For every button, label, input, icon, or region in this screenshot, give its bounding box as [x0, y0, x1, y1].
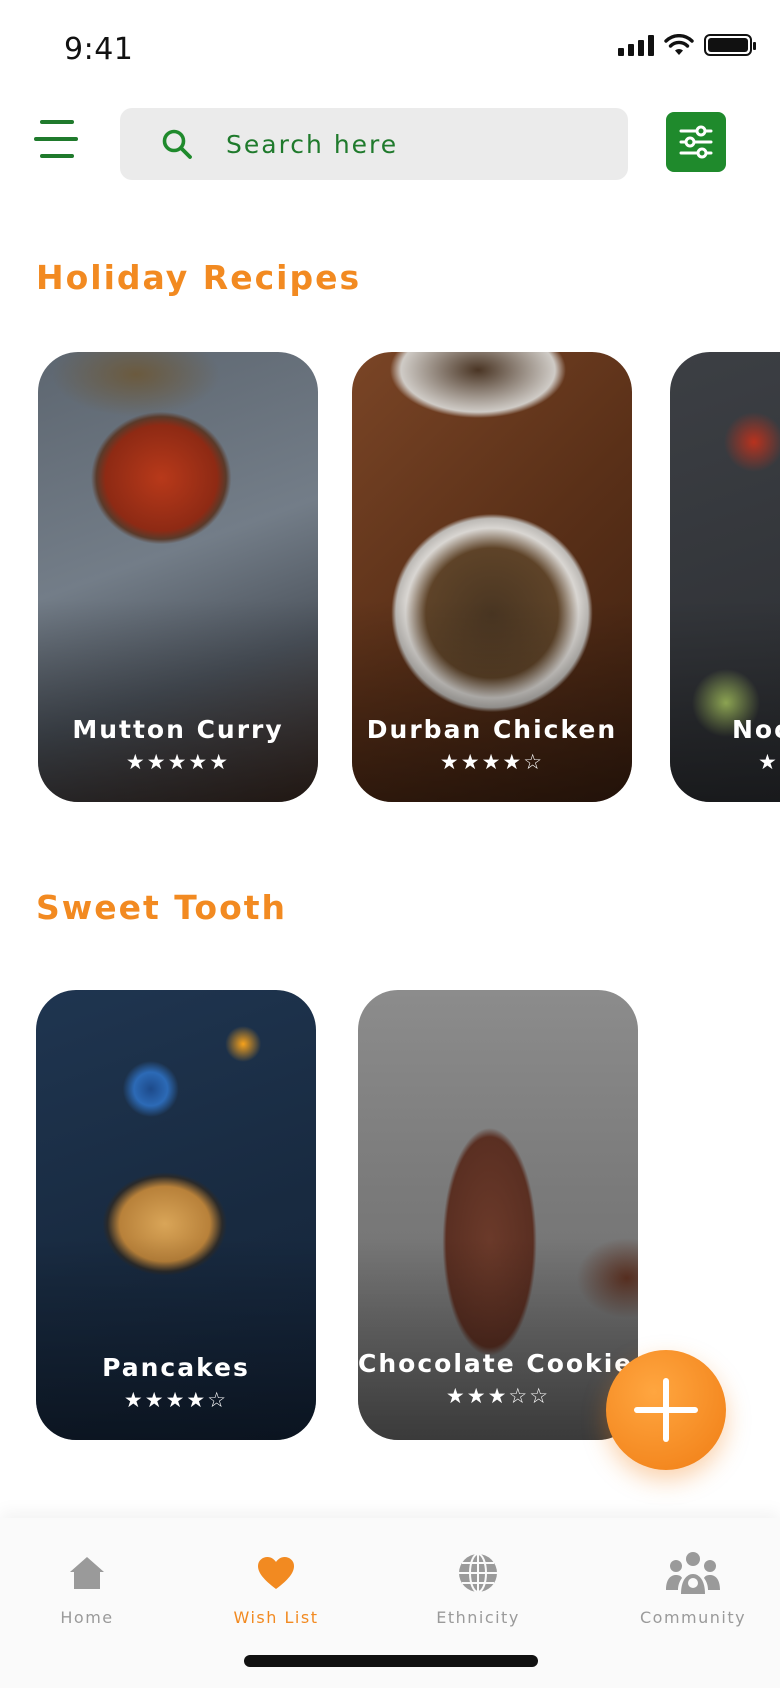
- menu-button[interactable]: [34, 120, 82, 158]
- nav-label: Wish List: [233, 1608, 319, 1627]
- wifi-icon: [664, 34, 694, 55]
- section-title-sweet-tooth: Sweet Tooth: [36, 888, 288, 927]
- rating-stars: ★: [758, 750, 779, 774]
- heart-icon: [258, 1557, 294, 1589]
- plus-icon: [634, 1378, 698, 1442]
- app-screen: 9:41 Search here Holiday Recipes Mutton …: [0, 0, 780, 1688]
- search-icon: [162, 129, 192, 159]
- nav-label: Ethnicity: [436, 1608, 520, 1627]
- recipe-title: Mutton Curry: [72, 715, 284, 744]
- nav-item-ethnicity[interactable]: Ethnicity: [430, 1548, 526, 1627]
- rating-stars: ★★★★☆: [439, 750, 545, 774]
- nav-label: Home: [60, 1608, 114, 1627]
- cellular-signal-icon: [618, 34, 654, 56]
- sliders-icon: [679, 125, 713, 159]
- battery-icon: [704, 34, 756, 56]
- recipe-card[interactable]: Mutton Curry ★★★★★: [38, 352, 318, 802]
- community-icon: [666, 1552, 720, 1594]
- recipe-title: Pancakes: [102, 1353, 250, 1382]
- add-recipe-button[interactable]: [606, 1350, 726, 1470]
- search-bar[interactable]: [120, 108, 628, 180]
- rating-stars: ★★★☆☆: [445, 1384, 551, 1408]
- home-icon: [70, 1557, 104, 1589]
- home-indicator: [244, 1655, 538, 1667]
- recipe-title: Noodles: [732, 715, 780, 744]
- status-icons: [618, 34, 756, 56]
- recipe-title: Durban Chicken: [366, 715, 618, 744]
- search-input[interactable]: [226, 129, 586, 159]
- nav-item-wish-list[interactable]: Wish List: [226, 1548, 326, 1627]
- status-time: 9:41: [64, 32, 134, 67]
- recipe-card[interactable]: Durban Chicken ★★★★☆: [352, 352, 632, 802]
- recipe-card[interactable]: Pancakes ★★★★☆: [36, 990, 316, 1440]
- nav-item-community[interactable]: Community: [640, 1548, 746, 1627]
- section-title-holiday-recipes: Holiday Recipes: [36, 258, 362, 297]
- filter-button[interactable]: [666, 112, 726, 172]
- nav-label: Community: [640, 1608, 747, 1627]
- recipe-card[interactable]: Chocolate Cookies ★★★☆☆: [358, 990, 638, 1440]
- rating-stars: ★★★★☆: [123, 1388, 229, 1412]
- recipe-card[interactable]: Noodles ★: [670, 352, 780, 802]
- nav-item-home[interactable]: Home: [52, 1548, 122, 1627]
- globe-icon: [459, 1553, 497, 1593]
- recipe-title: Chocolate Cookies: [358, 1349, 638, 1378]
- rating-stars: ★★★★★: [125, 750, 231, 774]
